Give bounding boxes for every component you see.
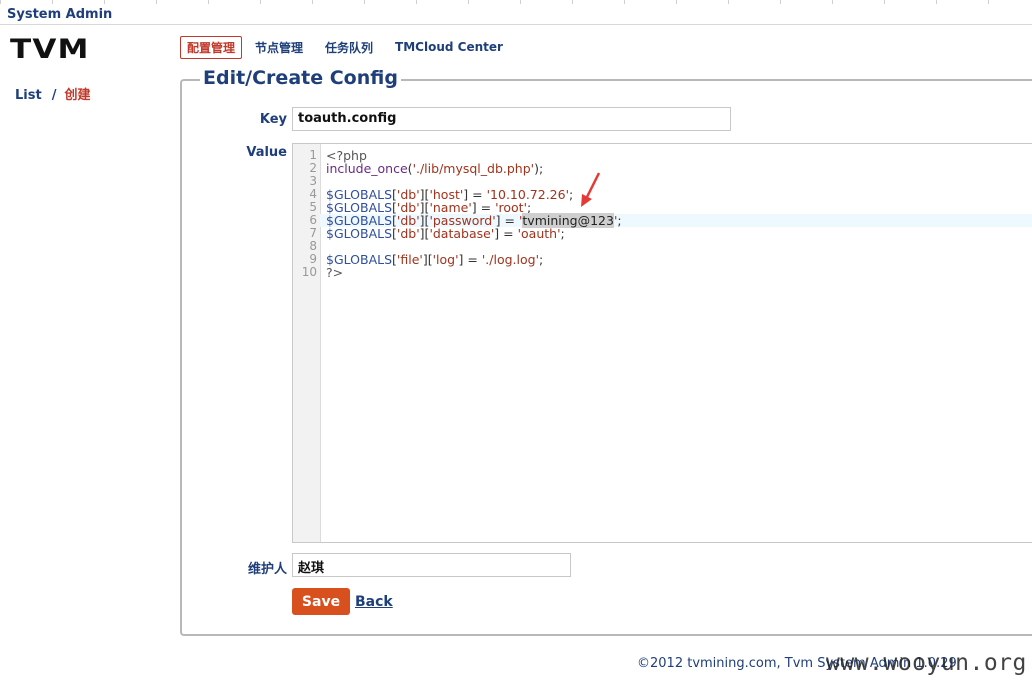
form-legend: Edit/Create Config [200,67,401,89]
code-token: ; [617,213,622,228]
editor-gutter: 1 2 3 4 5 6 7 8 9 10 [293,144,321,542]
save-button[interactable]: Save [292,588,350,615]
code-token: './lib/mysql_db.php' [412,161,535,176]
code-line: ?> [326,266,1032,279]
code-line: $GLOBALS['db']['database'] = 'oauth'; [326,227,1032,240]
breadcrumb-current: 创建 [64,88,91,103]
key-input[interactable]: toauth.config [292,107,731,131]
nav-node-management[interactable]: 节点管理 [255,37,303,58]
code-token: ][ [419,226,430,241]
maintainer-label: 维护人 [247,562,287,577]
php-close-tag: ?> [326,265,344,280]
code-token: ; [560,226,565,241]
top-bar: System Admin [0,4,1032,25]
code-token: 'db' [396,226,420,241]
value-label: Value [246,145,287,160]
nav-task-queue[interactable]: 任务队列 [325,37,373,58]
code-token: include_once [326,161,408,176]
code-token: ; [569,187,574,202]
code-token: 'log' [432,252,459,267]
code-token: 'oauth' [517,226,561,241]
code-token: 'database' [429,226,495,241]
app-title: System Admin [7,7,113,22]
code-editor[interactable]: 1 2 3 4 5 6 7 8 9 10 <?php include_once(… [292,143,1032,543]
editor-code[interactable]: <?php include_once('./lib/mysql_db.php')… [320,149,1032,279]
main-nav: 配置管理 节点管理 任务队列 TMCloud Center [180,35,525,59]
breadcrumb-separator: / [51,88,57,103]
code-token: $GLOBALS [326,226,393,241]
breadcrumb: List / 创建 [15,84,90,103]
tvm-logo[interactable]: TVM [10,34,90,65]
code-token: ); [534,161,544,176]
code-token: 'file' [396,252,423,267]
nav-config-management[interactable]: 配置管理 [180,35,243,59]
maintainer-input[interactable]: 赵琪 [292,553,571,577]
nav-tmcloud-center[interactable]: TMCloud Center [395,38,503,56]
back-link[interactable]: Back [355,594,393,610]
key-label: Key [259,112,287,127]
red-arrow-annotation-icon [581,172,601,207]
code-token: ] = [458,252,482,267]
code-token: ; [539,252,544,267]
watermark: www.wooyun.org [826,650,1027,676]
code-token: ] = [494,226,518,241]
code-line: include_once('./lib/mysql_db.php'); [326,162,1032,175]
code-token: ][ [422,252,433,267]
breadcrumb-list-link[interactable]: List [15,88,42,103]
line-number: 10 [301,265,317,279]
code-line: $GLOBALS['file']['log'] = './log.log'; [326,253,1032,266]
code-token: './log.log' [481,252,540,267]
